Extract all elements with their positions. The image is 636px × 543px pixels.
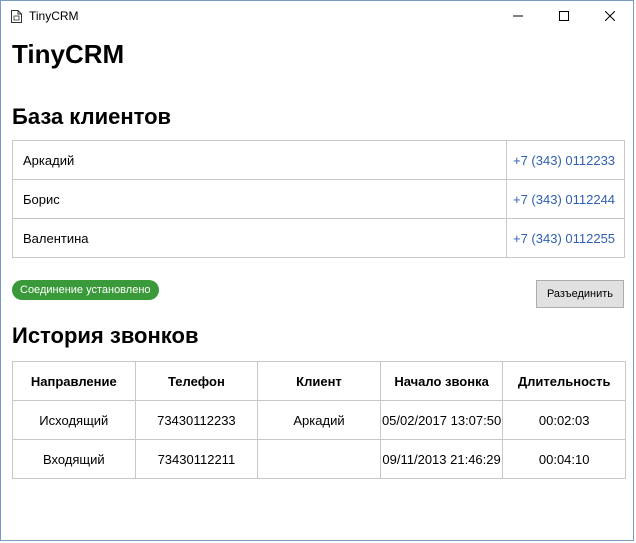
cell-client: Аркадий xyxy=(257,400,381,440)
column-header-client[interactable]: Клиент xyxy=(257,361,381,401)
column-header-phone[interactable]: Телефон xyxy=(134,361,259,401)
client-row[interactable]: Аркадий +7 (343) 0112233 xyxy=(12,140,625,180)
client-row[interactable]: Борис +7 (343) 0112244 xyxy=(12,179,625,219)
history-section-title: История звонков xyxy=(12,323,199,348)
cell-direction: Исходящий xyxy=(12,400,136,440)
app-icon xyxy=(11,9,22,23)
table-header-row: Направление Телефон Клиент Начало звонка… xyxy=(12,361,626,401)
minimize-icon xyxy=(513,15,523,17)
cell-client xyxy=(257,439,381,479)
table-row[interactable]: Исходящий 73430112233 Аркадий 05/02/2017… xyxy=(12,400,626,440)
client-row[interactable]: Валентина +7 (343) 0112255 xyxy=(12,218,625,258)
close-button[interactable] xyxy=(587,1,633,31)
client-phone-link[interactable]: +7 (343) 0112255 xyxy=(506,218,625,258)
app-window: TinyCRM TinyCRM База клиентов Аркадий +7… xyxy=(0,0,634,541)
cell-phone: 73430112211 xyxy=(134,439,259,479)
column-header-duration[interactable]: Длительность xyxy=(502,361,626,401)
cell-duration: 00:02:03 xyxy=(502,400,626,440)
connection-status-badge: Соединение установлено xyxy=(12,280,159,300)
title-bar[interactable]: TinyCRM xyxy=(1,1,633,31)
maximize-icon xyxy=(559,11,569,21)
close-icon xyxy=(605,11,615,21)
cell-phone: 73430112233 xyxy=(134,400,259,440)
client-name: Аркадий xyxy=(12,140,507,180)
cell-start: 09/11/2013 21:46:29 xyxy=(379,439,504,479)
client-name: Борис xyxy=(12,179,507,219)
call-history-table: Направление Телефон Клиент Начало звонка… xyxy=(12,361,626,479)
maximize-button[interactable] xyxy=(541,1,587,31)
window-title: TinyCRM xyxy=(29,9,79,23)
column-header-start[interactable]: Начало звонка xyxy=(379,361,504,401)
cell-direction: Входящий xyxy=(12,439,136,479)
clients-section-title: База клиентов xyxy=(12,104,172,129)
cell-start: 05/02/2017 13:07:50 xyxy=(379,400,504,440)
column-header-direction[interactable]: Направление xyxy=(12,361,136,401)
disconnect-button[interactable]: Разъединить xyxy=(536,280,624,308)
client-phone-link[interactable]: +7 (343) 0112233 xyxy=(506,140,625,180)
minimize-button[interactable] xyxy=(495,1,541,31)
window-controls xyxy=(495,1,633,31)
client-name: Валентина xyxy=(12,218,507,258)
clients-table: Аркадий +7 (343) 0112233 Борис +7 (343) … xyxy=(12,140,625,258)
app-title: TinyCRM xyxy=(12,39,125,69)
cell-duration: 00:04:10 xyxy=(502,439,626,479)
client-phone-link[interactable]: +7 (343) 0112244 xyxy=(506,179,625,219)
table-row[interactable]: Входящий 73430112211 09/11/2013 21:46:29… xyxy=(12,439,626,479)
